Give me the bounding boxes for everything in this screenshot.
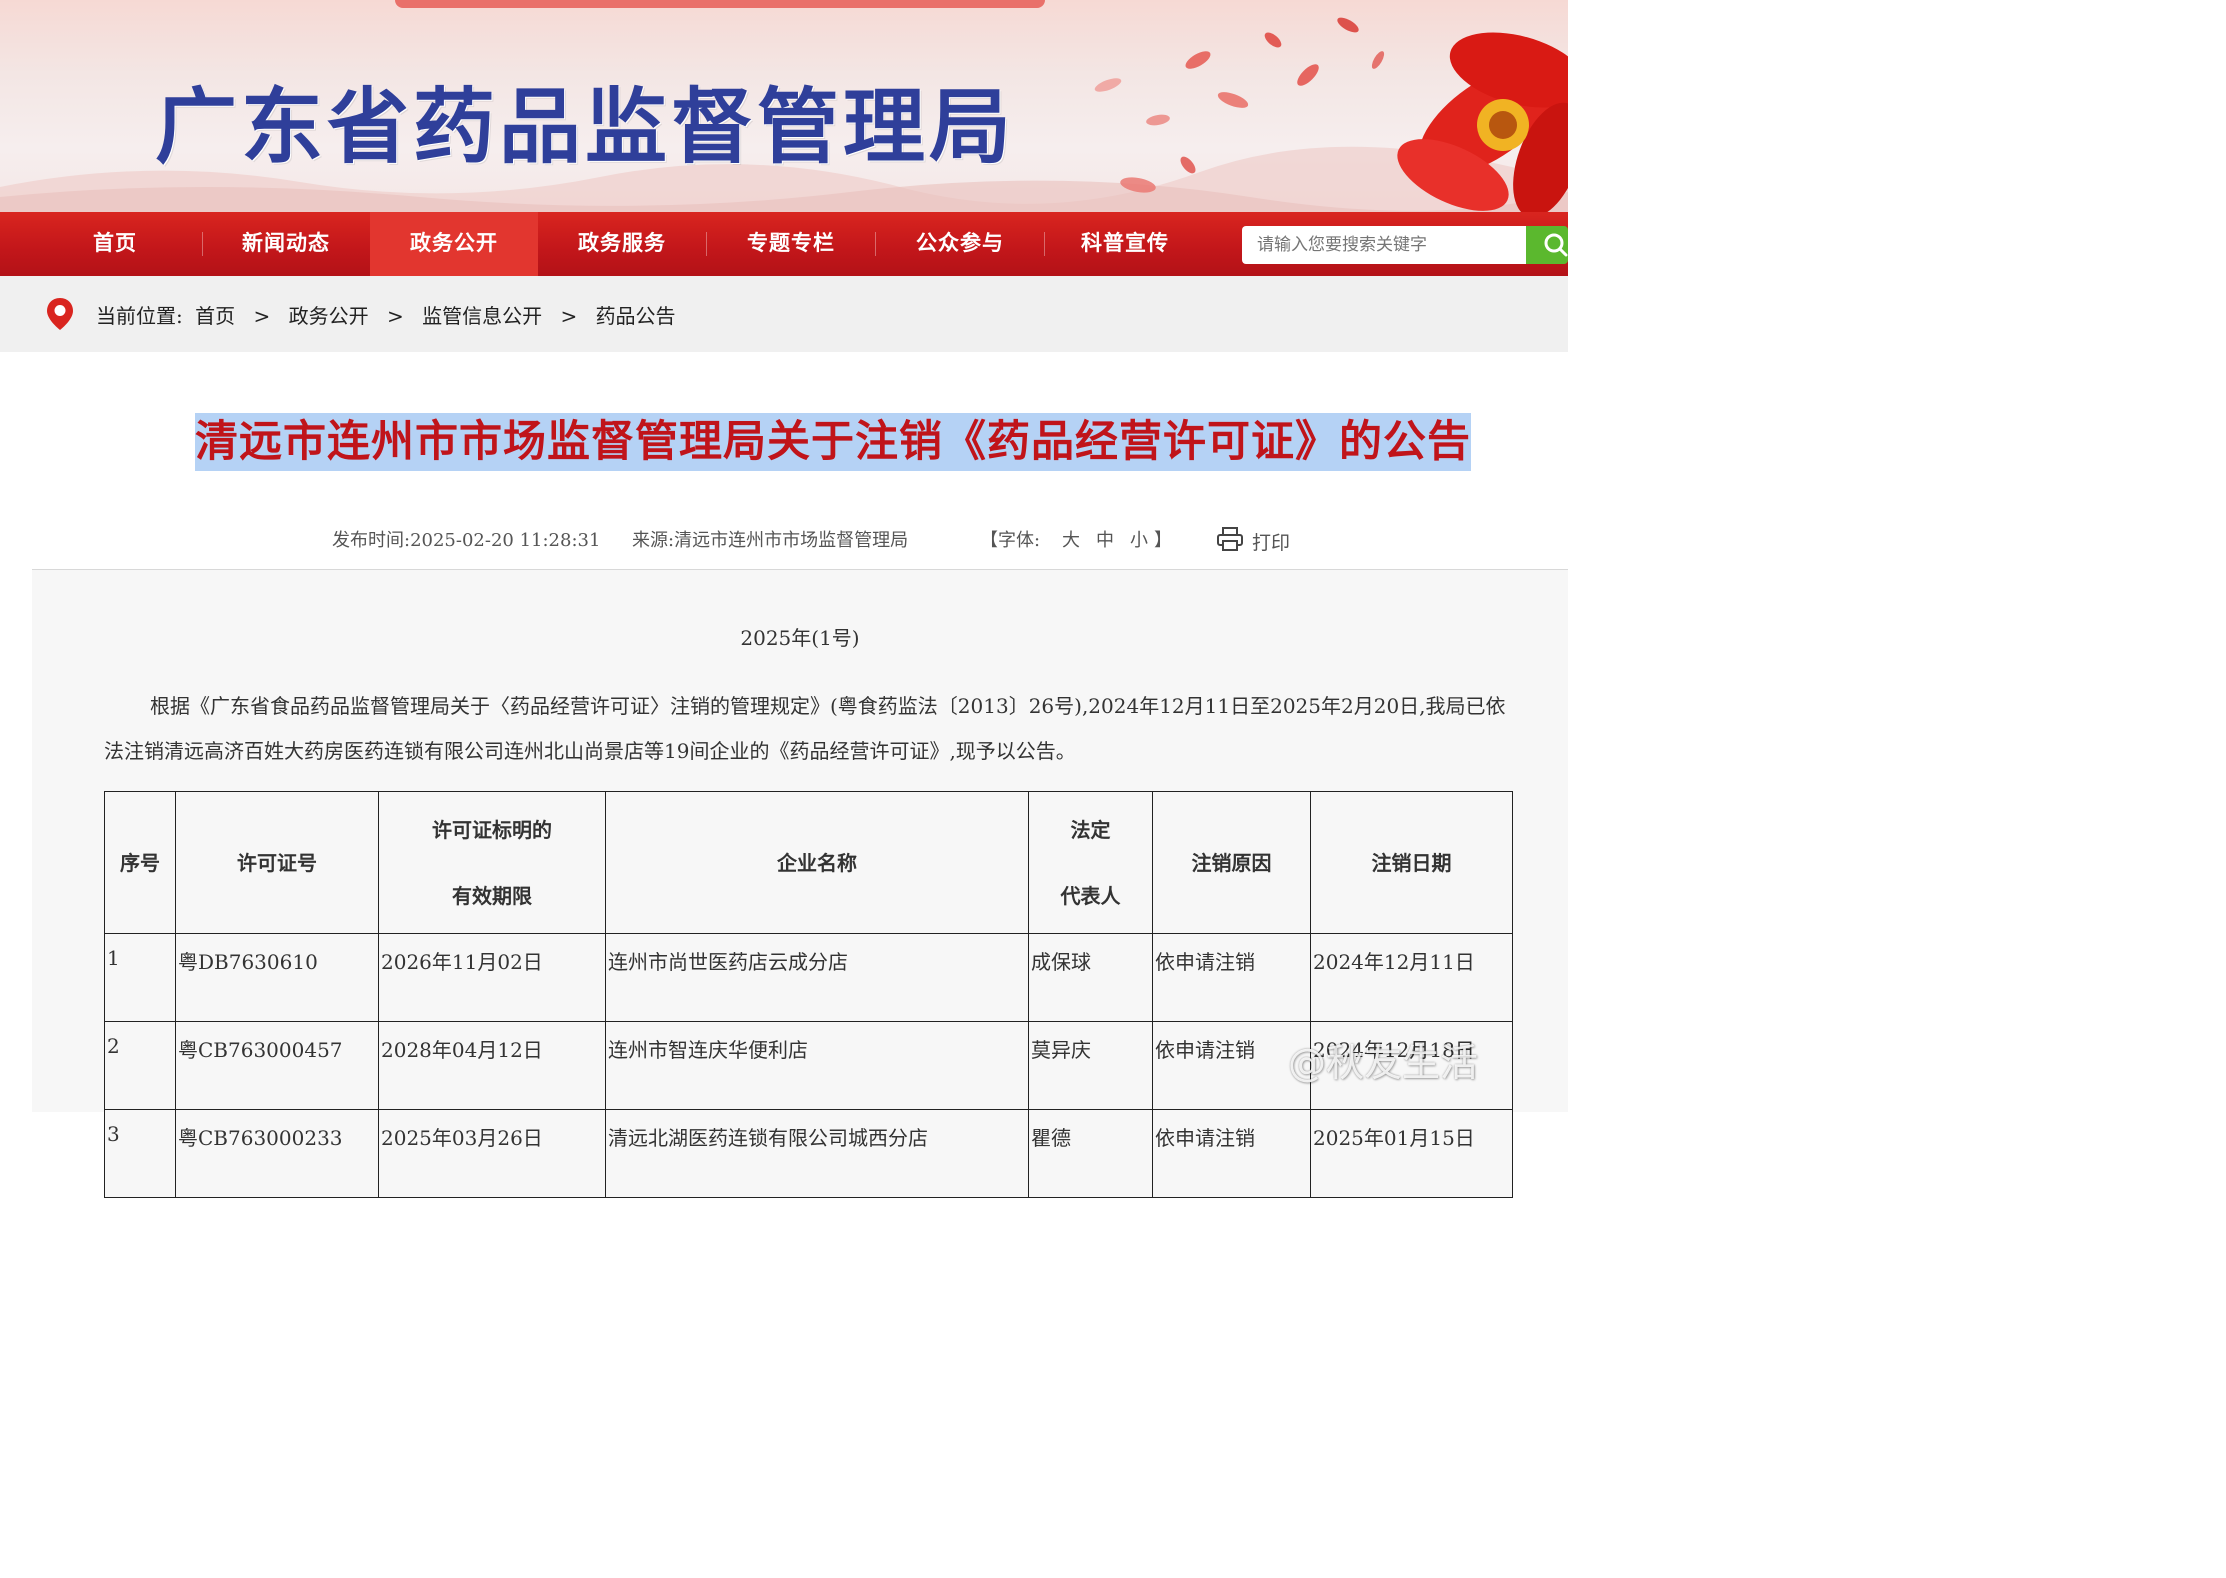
breadcrumb-home[interactable]: 首页 xyxy=(195,304,235,328)
watermark: @秋友生活 xyxy=(1288,1041,1479,1085)
breadcrumb-drug-notices[interactable]: 药品公告 xyxy=(596,304,676,328)
cell-legal-rep: 莫异庆 xyxy=(1028,1021,1153,1110)
nav-item-gov-affairs[interactable]: 政务公开 xyxy=(370,212,538,276)
location-pin-icon xyxy=(47,298,73,330)
breadcrumb-separator: > xyxy=(560,304,578,328)
cell-legal-rep: 成保球 xyxy=(1028,933,1153,1022)
font-size-close: 】 xyxy=(1154,530,1172,551)
nav-item-home[interactable]: 首页 xyxy=(40,212,190,276)
cell-reason: 依申请注销 xyxy=(1152,1109,1311,1198)
search-button[interactable] xyxy=(1526,226,1568,264)
search-icon xyxy=(1544,233,1568,257)
breadcrumb-supervision-info[interactable]: 监管信息公开 xyxy=(422,304,542,328)
nav-item-science[interactable]: 科普宣传 xyxy=(1045,212,1205,276)
breadcrumb-label: 当前位置: xyxy=(96,304,183,328)
table-row: 3 粤CB763000233 2025年03月26日 清远北湖医药连锁有限公司城… xyxy=(104,1109,1513,1198)
header-reason: 注销原因 xyxy=(1152,791,1311,934)
cell-reason: 依申请注销 xyxy=(1152,933,1311,1022)
font-size-small[interactable]: 小 xyxy=(1130,526,1148,552)
breadcrumb-gov-affairs[interactable]: 政务公开 xyxy=(289,304,369,328)
nav-item-news[interactable]: 新闻动态 xyxy=(203,212,369,276)
breadcrumb-separator: > xyxy=(253,304,271,328)
nav-item-topics[interactable]: 专题专栏 xyxy=(707,212,875,276)
cell-date: 2025年01月15日 xyxy=(1310,1109,1513,1198)
header-rep-line2: 代表人 xyxy=(1060,883,1121,908)
cell-license: 粤CB763000233 xyxy=(175,1109,379,1198)
print-icon[interactable] xyxy=(1217,527,1243,551)
banner-top-strip xyxy=(395,0,1045,8)
breadcrumb-separator: > xyxy=(386,304,404,328)
header-seq: 序号 xyxy=(104,791,176,934)
header-license: 许可证号 xyxy=(175,791,379,934)
revocation-table: 序号 许可证号 许可证标明的 有效期限 企业名称 法定 代表人 注销原因 注销日… xyxy=(104,791,1513,1198)
search-input[interactable] xyxy=(1242,226,1526,264)
cell-reason: 依申请注销 xyxy=(1152,1021,1311,1110)
font-size-large[interactable]: 大 xyxy=(1062,526,1080,552)
nav-item-gov-services[interactable]: 政务服务 xyxy=(538,212,706,276)
table-header-row: 序号 许可证号 许可证标明的 有效期限 企业名称 法定 代表人 注销原因 注销日… xyxy=(104,791,1513,934)
cell-seq: 1 xyxy=(104,933,176,1022)
cell-legal-rep: 瞿德 xyxy=(1028,1109,1153,1198)
site-banner: 广东省药品监督管理局 xyxy=(0,0,1568,212)
breadcrumb: 当前位置: 首页 > 政务公开 > 监管信息公开 > 药品公告 xyxy=(96,300,682,329)
publish-time: 发布时间:2025-02-20 11:28:31 xyxy=(332,530,601,551)
cell-company: 连州市尚世医药店云成分店 xyxy=(605,933,1029,1022)
article-title: 清远市连州市市场监督管理局关于注销《药品经营许可证》的公告 xyxy=(195,413,1471,471)
header-validity-line2: 有效期限 xyxy=(452,883,532,908)
cell-company: 清远北湖医药连锁有限公司城西分店 xyxy=(605,1109,1029,1198)
table-row: 1 粤DB7630610 2026年11月02日 连州市尚世医药店云成分店 成保… xyxy=(104,933,1513,1022)
header-date: 注销日期 xyxy=(1310,791,1513,934)
issue-number: 2025年(1号) xyxy=(740,626,860,650)
header-legal-rep: 法定 代表人 xyxy=(1028,791,1153,934)
cell-company: 连州市智连庆华便利店 xyxy=(605,1021,1029,1110)
header-validity: 许可证标明的 有效期限 xyxy=(378,791,606,934)
cell-date: 2024年12月11日 xyxy=(1310,933,1513,1022)
site-title[interactable]: 广东省药品监督管理局 xyxy=(155,60,1015,179)
article-paragraph: 根据《广东省食品药品监督管理局关于〈药品经营许可证〉注销的管理规定》(粤食药监法… xyxy=(104,694,1506,763)
font-size-label: 【字体: xyxy=(980,530,1041,551)
cell-validity: 2026年11月02日 xyxy=(378,933,606,1022)
cell-validity: 2025年03月26日 xyxy=(378,1109,606,1198)
header-rep-line1: 法定 xyxy=(1070,817,1111,842)
header-company: 企业名称 xyxy=(605,791,1029,934)
article-source: 来源:清远市连州市市场监督管理局 xyxy=(632,530,909,551)
cell-seq: 2 xyxy=(104,1021,176,1110)
header-validity-line1: 许可证标明的 xyxy=(432,817,552,842)
font-size-medium[interactable]: 中 xyxy=(1096,526,1114,552)
cell-license: 粤DB7630610 xyxy=(175,933,379,1022)
nav-item-public-participation[interactable]: 公众参与 xyxy=(876,212,1044,276)
kapok-flower-decoration xyxy=(1094,17,1568,212)
cell-seq: 3 xyxy=(104,1109,176,1198)
print-button[interactable]: 打印 xyxy=(1252,528,1290,555)
cell-validity: 2028年04月12日 xyxy=(378,1021,606,1110)
cell-license: 粤CB763000457 xyxy=(175,1021,379,1110)
